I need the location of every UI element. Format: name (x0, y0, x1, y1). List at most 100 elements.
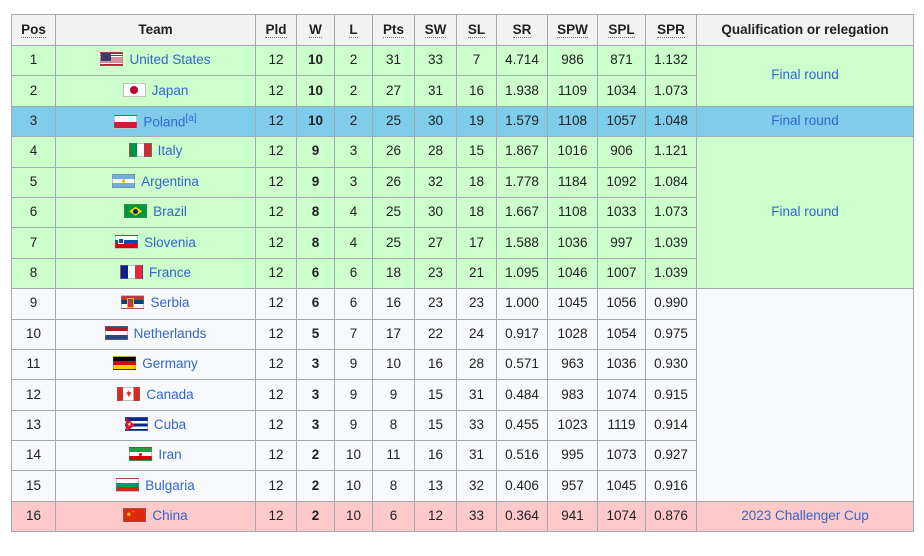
cell-team: Japan (55, 75, 256, 107)
cell-points: 10 (372, 348, 415, 381)
cell-won: 6 (296, 288, 335, 320)
column-header-sw[interactable]: SW (414, 14, 457, 46)
cell-qualification[interactable]: Final round (696, 45, 914, 107)
cell-sets-won: 33 (414, 44, 457, 77)
cell-set-ratio: 1.938 (496, 75, 548, 107)
flag-cuba-icon (124, 416, 148, 431)
team-link[interactable]: Slovenia (144, 235, 196, 250)
column-header-spl[interactable]: SPL (597, 14, 646, 46)
cell-position: 14 (11, 440, 56, 472)
cell-team: Serbia (55, 288, 256, 320)
cell-won: 5 (296, 318, 335, 350)
cell-position: 1 (11, 44, 56, 77)
cell-sets-won: 15 (414, 409, 457, 442)
cell-point-ratio: 1.073 (645, 75, 697, 107)
cell-sets-lost: 19 (456, 105, 497, 138)
cell-points-lost: 1092 (597, 166, 646, 198)
cell-qualification (696, 288, 914, 502)
cell-point-ratio: 0.927 (645, 440, 697, 472)
cell-set-ratio: 1.867 (496, 136, 548, 168)
cell-point-ratio: 1.039 (645, 257, 697, 290)
cell-set-ratio: 0.406 (496, 470, 548, 502)
cell-point-ratio: 0.916 (645, 470, 697, 502)
cell-sets-lost: 24 (456, 318, 497, 350)
team-link[interactable]: Iran (158, 447, 181, 462)
header-row: Pos Team Pld W L Pts SW SL SR SPW SPL SP… (11, 14, 914, 46)
cell-lost: 10 (334, 470, 373, 502)
cell-played: 12 (255, 257, 297, 290)
cell-points-won: 963 (547, 348, 598, 381)
cell-won: 2 (296, 500, 335, 533)
cell-won: 10 (296, 105, 335, 138)
qualification-link[interactable]: Final round (771, 67, 839, 82)
cell-set-ratio: 1.667 (496, 196, 548, 229)
cell-lost: 9 (334, 348, 373, 381)
table-header: Pos Team Pld W L Pts SW SL SR SPW SPL SP… (11, 14, 914, 46)
team-link[interactable]: France (149, 265, 191, 280)
cell-team: Netherlands (55, 318, 256, 350)
cell-qualification[interactable]: Final round (696, 136, 914, 290)
cell-set-ratio: 0.516 (496, 440, 548, 472)
cell-sets-lost: 28 (456, 348, 497, 381)
cell-qualification[interactable]: Final round (696, 105, 914, 138)
column-header-spw[interactable]: SPW (547, 14, 598, 46)
team-link[interactable]: China (152, 508, 187, 523)
team-link[interactable]: Brazil (153, 204, 187, 219)
cell-points-lost: 1034 (597, 75, 646, 107)
team-link[interactable]: Cuba (154, 417, 186, 432)
column-header-pos[interactable]: Pos (11, 14, 56, 46)
cell-lost: 3 (334, 136, 373, 168)
team-link[interactable]: Japan (152, 83, 189, 98)
flag-china-icon (123, 508, 147, 523)
qualification-link[interactable]: Final round (771, 113, 839, 128)
column-header-sr-label: SR (512, 21, 532, 39)
cell-points: 31 (372, 44, 415, 77)
cell-won: 9 (296, 136, 335, 168)
cell-points: 9 (372, 379, 415, 411)
team-link[interactable]: Bulgaria (145, 478, 195, 493)
cell-played: 12 (255, 105, 297, 138)
qualification-link[interactable]: Final round (771, 204, 839, 219)
team-link[interactable]: Netherlands (134, 326, 207, 341)
team-link[interactable]: Italy (158, 143, 183, 158)
column-header-qualification: Qualification or relegation (696, 14, 914, 46)
cell-sets-won: 30 (414, 196, 457, 229)
flag-serbia-icon (121, 295, 145, 310)
column-header-l[interactable]: L (334, 14, 373, 46)
cell-position: 5 (11, 166, 56, 198)
team-link[interactable]: Argentina (141, 174, 199, 189)
cell-sets-lost: 31 (456, 379, 497, 411)
column-header-sl[interactable]: SL (456, 14, 497, 46)
team-link[interactable]: Serbia (150, 295, 189, 310)
qualification-link[interactable]: 2023 Challenger Cup (741, 508, 869, 523)
column-header-team[interactable]: Team (55, 14, 256, 46)
cell-points: 6 (372, 500, 415, 533)
team-link[interactable]: Canada (146, 387, 193, 402)
cell-sets-won: 15 (414, 379, 457, 411)
cell-points: 8 (372, 470, 415, 502)
cell-points-lost: 1056 (597, 288, 646, 320)
team-link[interactable]: Germany (142, 356, 198, 371)
column-header-w[interactable]: W (296, 14, 335, 46)
column-header-pts[interactable]: Pts (372, 14, 415, 46)
cell-lost: 2 (334, 75, 373, 107)
cell-points: 17 (372, 318, 415, 350)
cell-team: Italy (55, 136, 256, 168)
footnote-link[interactable]: [a] (185, 113, 196, 124)
cell-sets-lost: 18 (456, 196, 497, 229)
cell-set-ratio: 1.095 (496, 257, 548, 290)
cell-qualification[interactable]: 2023 Challenger Cup (696, 500, 914, 533)
cell-lost: 6 (334, 257, 373, 290)
footnote-marker[interactable]: [a] (185, 112, 196, 124)
column-header-pld[interactable]: Pld (255, 14, 297, 46)
flag-brazil-icon (124, 204, 148, 219)
column-header-sr[interactable]: SR (496, 14, 548, 46)
cell-points-lost: 1073 (597, 440, 646, 472)
team-link[interactable]: Poland (143, 115, 185, 130)
cell-played: 12 (255, 44, 297, 77)
cell-lost: 10 (334, 500, 373, 533)
cell-played: 12 (255, 75, 297, 107)
team-link[interactable]: United States (129, 52, 210, 67)
column-header-spr[interactable]: SPR (645, 14, 697, 46)
cell-points-lost: 1033 (597, 196, 646, 229)
